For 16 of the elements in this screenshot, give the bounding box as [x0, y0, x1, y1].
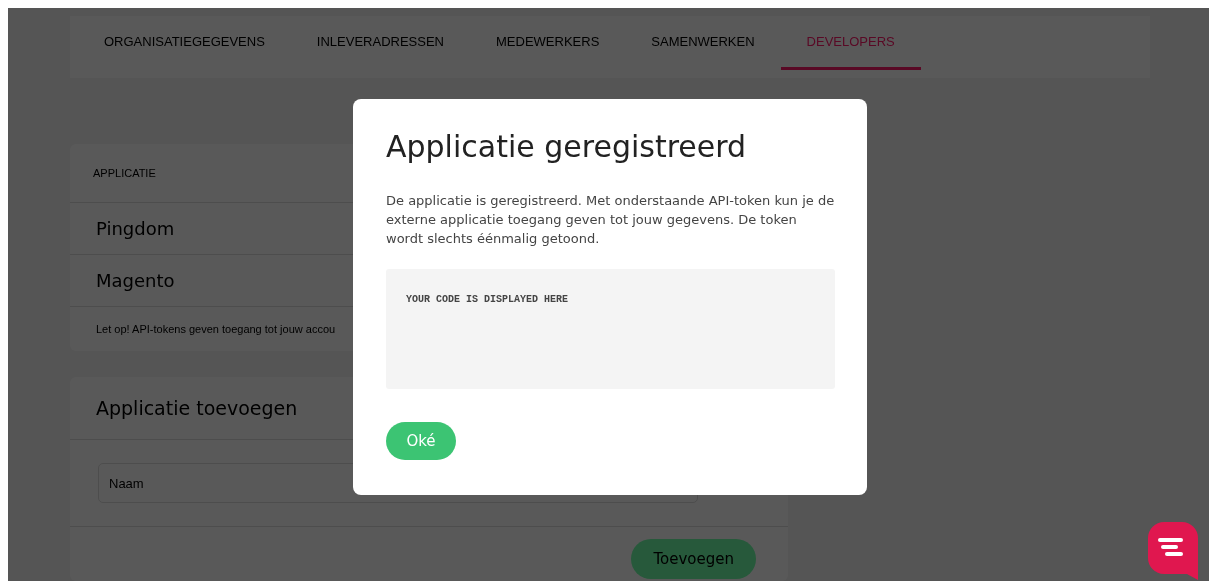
tab[interactable]: INLEVERADRESSEN — [290, 16, 470, 70]
dialog-title: Applicatie geregistreerd — [386, 129, 748, 164]
application-name: Magento — [96, 270, 175, 291]
token-code: YOUR CODE IS DISPLAYED HERE — [406, 293, 569, 305]
dialog-message: De applicatie is geregistreerd. Met onderstaande API-token kun je de externe applicatie toegang geven tot jouw gegevens. De token wordt slechts éénmalig getoond. — [386, 192, 836, 248]
warning-note: Let op! API-tokens geven toegang tot jouw accou — [96, 323, 336, 335]
tab[interactable]: ORGANISATIEGEGEVENS — [78, 16, 291, 70]
application-name: Pingdom — [96, 218, 175, 239]
chat-icon[interactable] — [1148, 522, 1198, 580]
ok-button[interactable]: Oké — [386, 421, 456, 460]
add-button[interactable]: Toevoegen — [631, 539, 756, 579]
tab[interactable]: SAMENWERKEN — [625, 16, 781, 70]
card-title: Applicatie toevoegen — [96, 397, 298, 419]
tab[interactable]: MEDEWERKERS — [470, 16, 626, 70]
column-header: APPLICATIE — [93, 167, 156, 179]
tab[interactable]: DEVELOPERS — [780, 16, 921, 70]
